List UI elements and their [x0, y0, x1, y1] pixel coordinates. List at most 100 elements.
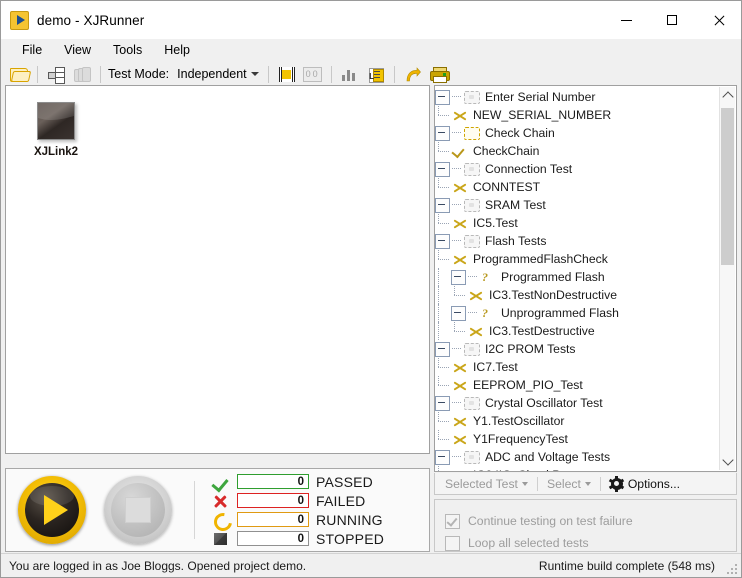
- minimize-button[interactable]: [603, 1, 649, 39]
- tree-node-label: CONNTEST: [473, 180, 541, 194]
- tree-collapse-toggle[interactable]: [435, 197, 450, 213]
- tree-node[interactable]: IC3.TestDestructive: [435, 322, 718, 340]
- tree-node[interactable]: Enter Serial Number: [435, 88, 718, 106]
- tree-scrollbar[interactable]: [719, 87, 735, 470]
- stopped-count: 0: [237, 531, 309, 546]
- tree-node[interactable]: IC5.Test: [435, 214, 718, 232]
- menu-help[interactable]: Help: [153, 41, 201, 59]
- tree-node[interactable]: CONNTEST: [435, 178, 718, 196]
- tree-node[interactable]: ADC and Voltage Tests: [435, 448, 718, 466]
- tree-collapse-toggle[interactable]: [451, 305, 466, 321]
- tree-line: [452, 132, 461, 134]
- option-continue-on-failure[interactable]: Continue testing on test failure: [445, 510, 736, 532]
- tree-node[interactable]: SRAM Test: [435, 196, 718, 214]
- stack-button[interactable]: [69, 62, 95, 86]
- x-test-icon: [451, 468, 468, 472]
- running-label: RUNNING: [316, 511, 383, 528]
- print-icon: [429, 67, 450, 83]
- test-mode-value: Independent: [177, 67, 247, 81]
- left-column: XJLink2 0 PASSED 0 FAILED 0 RUNNING 0 ST…: [5, 85, 430, 552]
- xjlink2-device-icon: [37, 102, 75, 140]
- scroll-up-button[interactable]: [720, 87, 735, 104]
- chain-button[interactable]: [43, 62, 69, 86]
- tree-node-label: CheckChain: [473, 144, 540, 158]
- test-mode-dropdown[interactable]: Independent: [173, 65, 263, 83]
- tree-node-label: NEW_SERIAL_NUMBER: [473, 108, 612, 122]
- chain-icon: [47, 66, 65, 84]
- tree-node[interactable]: I2C PROM Tests: [435, 340, 718, 358]
- tree-collapse-toggle[interactable]: [451, 269, 466, 285]
- tree-line: [435, 268, 451, 286]
- select-dropdown[interactable]: Select: [543, 476, 595, 492]
- tree-line: [452, 96, 461, 98]
- stop-button[interactable]: [104, 476, 172, 544]
- tree-node[interactable]: Check Chain: [435, 124, 718, 142]
- tree-node[interactable]: IC6.IIC_CheckPresent: [435, 466, 718, 471]
- tree-node[interactable]: IC7.Test: [435, 358, 718, 376]
- check-test-icon: [451, 144, 468, 159]
- tree-node[interactable]: EEPROM_PIO_Test: [435, 376, 718, 394]
- close-button[interactable]: [695, 1, 741, 39]
- tree-node[interactable]: ProgrammedFlashCheck: [435, 250, 718, 268]
- x-test-icon: [451, 108, 468, 123]
- toolbar-separator: [37, 65, 38, 83]
- xjrunner-window: demo - XJRunner File View Tools Help Tes…: [0, 0, 742, 578]
- tree-line: [435, 412, 451, 430]
- tree-node[interactable]: Crystal Oscillator Test: [435, 394, 718, 412]
- scroll-down-button[interactable]: [720, 453, 735, 470]
- run-button[interactable]: [18, 476, 86, 544]
- counter-button[interactable]: 00: [300, 62, 326, 86]
- tree-node[interactable]: NEW_SERIAL_NUMBER: [435, 106, 718, 124]
- tree-node[interactable]: Y1.TestOscillator: [435, 412, 718, 430]
- maximize-button[interactable]: [649, 1, 695, 39]
- menu-view[interactable]: View: [53, 41, 102, 59]
- statistics-button[interactable]: [337, 62, 363, 86]
- tree-node[interactable]: IC3.TestNonDestructive: [435, 286, 718, 304]
- device-label: XJLink2: [33, 146, 79, 158]
- tree-collapse-toggle[interactable]: [435, 89, 450, 105]
- toolbar-separator: [330, 65, 332, 83]
- tree-node[interactable]: Y1FrequencyTest: [435, 430, 718, 448]
- tree-collapse-toggle[interactable]: [435, 449, 450, 465]
- tree-node[interactable]: ? Unprogrammed Flash: [435, 304, 718, 322]
- test-tree[interactable]: Enter Serial Number NEW_SERIAL_NUMBER Chec…: [435, 88, 718, 471]
- checkbox-loop-all-tests[interactable]: [445, 535, 460, 551]
- options-button[interactable]: Options...: [606, 475, 684, 492]
- tree-node[interactable]: Flash Tests: [435, 232, 718, 250]
- serial-number-button[interactable]: [274, 62, 300, 86]
- counter-row-running: 0 RUNNING: [210, 508, 384, 535]
- option-loop-all-tests[interactable]: Loop all selected tests: [445, 532, 736, 554]
- counter-row-stopped: 0 STOPPED: [211, 530, 384, 548]
- tree-node[interactable]: ? Programmed Flash: [435, 268, 718, 286]
- tree-node[interactable]: CheckChain: [435, 142, 718, 160]
- tree-collapse-toggle[interactable]: [435, 125, 450, 141]
- device-item-xjlink2[interactable]: XJLink2: [26, 102, 86, 158]
- x-test-icon: [451, 414, 468, 429]
- menu-file[interactable]: File: [11, 41, 53, 59]
- tree-collapse-toggle[interactable]: [435, 395, 450, 411]
- log-button[interactable]: L: [363, 62, 389, 86]
- menu-tools[interactable]: Tools: [102, 41, 153, 59]
- selected-test-dropdown[interactable]: Selected Test: [441, 476, 532, 492]
- x-test-icon: [467, 288, 484, 303]
- status-bar: You are logged in as Joe Bloggs. Opened …: [1, 553, 741, 577]
- tree-collapse-toggle[interactable]: [435, 233, 450, 249]
- tree-node-label: EEPROM_PIO_Test: [473, 378, 583, 392]
- resize-grip[interactable]: [725, 562, 737, 574]
- redo-button[interactable]: [400, 62, 426, 86]
- window-title: demo - XJRunner: [37, 12, 145, 28]
- option-label: Loop all selected tests: [468, 536, 589, 550]
- tree-line: [452, 204, 461, 206]
- scrollbar-thumb[interactable]: [721, 108, 734, 265]
- options-panel: Continue testing on test failure Loop al…: [434, 499, 737, 552]
- stopped-label: STOPPED: [316, 530, 385, 547]
- print-button[interactable]: [426, 62, 452, 86]
- passed-count: 0: [237, 474, 309, 489]
- tree-node[interactable]: Connection Test: [435, 160, 718, 178]
- tree-line: [435, 358, 451, 376]
- tree-collapse-toggle[interactable]: [435, 161, 450, 177]
- device-panel: XJLink2: [5, 85, 430, 454]
- tree-collapse-toggle[interactable]: [435, 341, 450, 357]
- open-project-button[interactable]: [6, 62, 32, 86]
- checkbox-continue-on-failure[interactable]: [445, 513, 460, 529]
